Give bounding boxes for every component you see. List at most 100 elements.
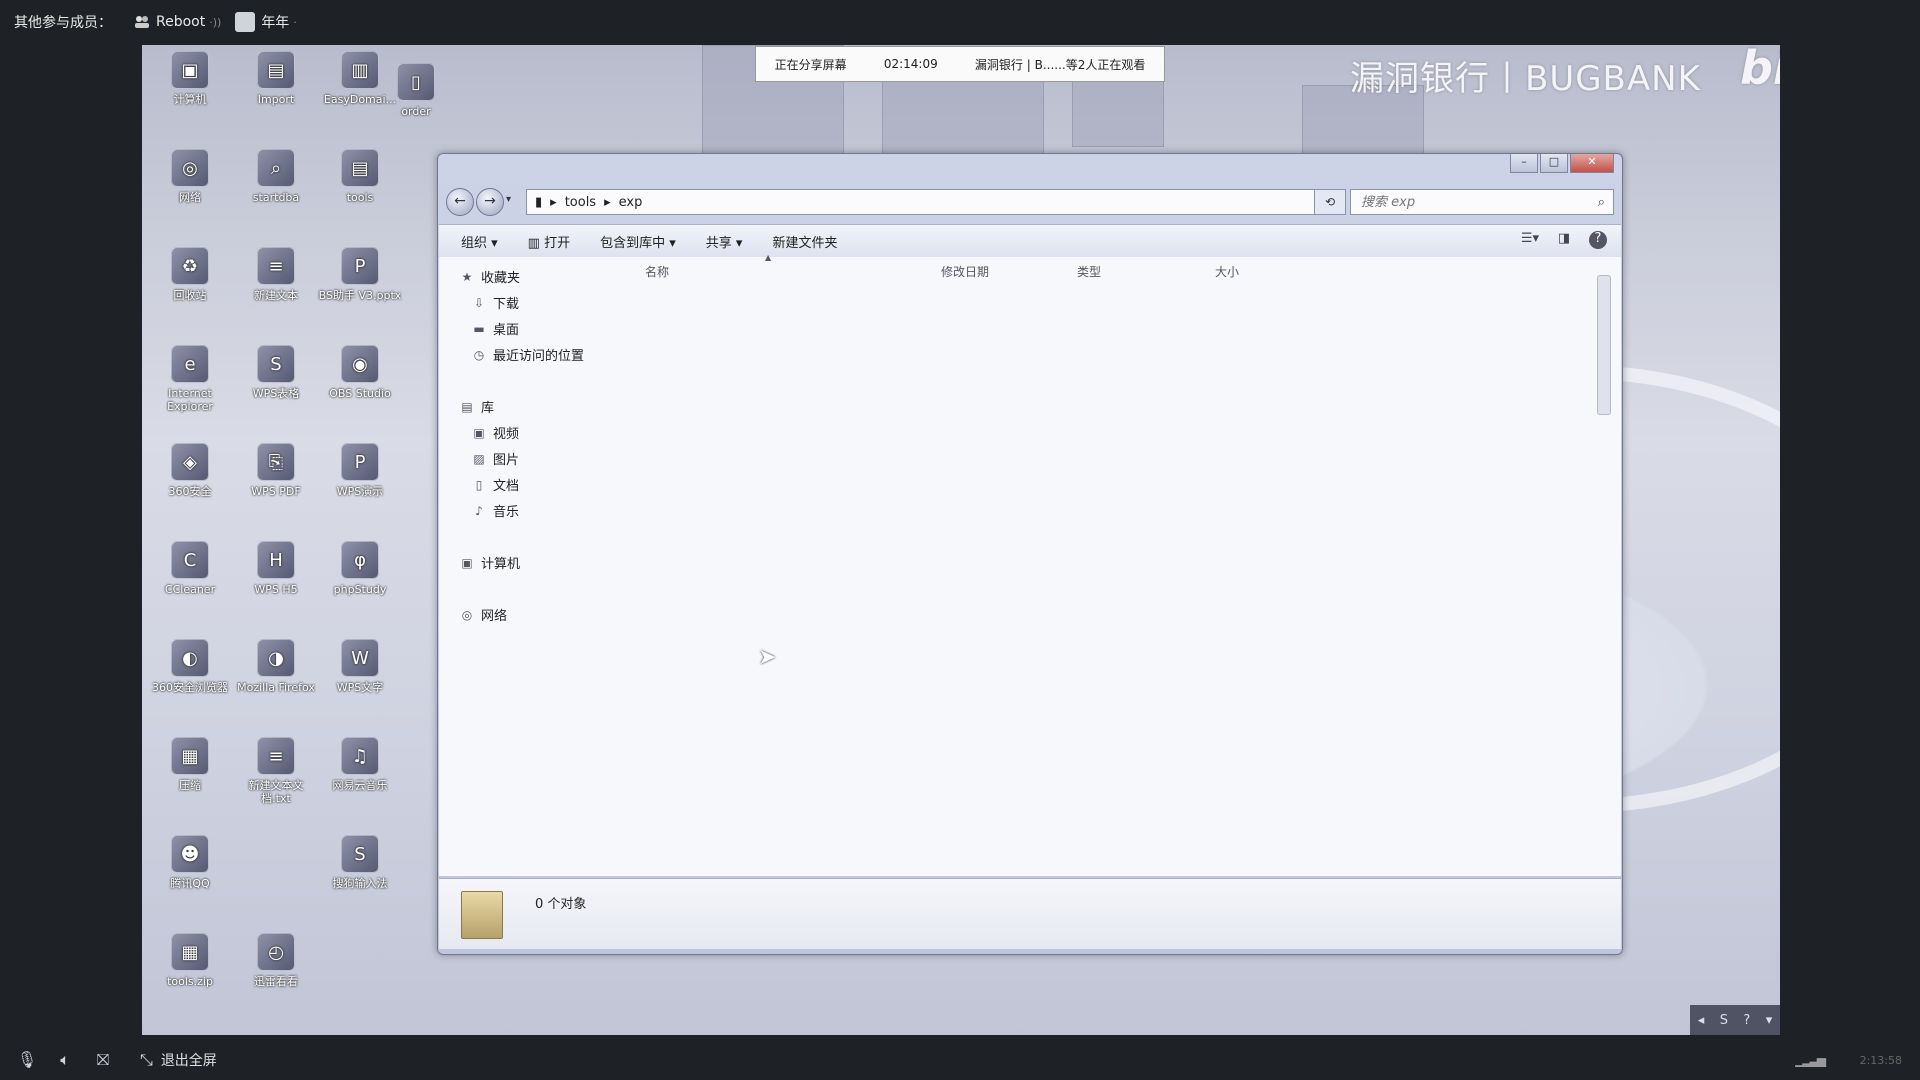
desktop-icon-tools-zip[interactable]: ▦ tools.zip [148, 933, 232, 988]
close-button[interactable]: ✕ [1570, 154, 1614, 173]
refresh-button[interactable]: ⟲ [1314, 189, 1346, 215]
meeting-bottom-bar: 🎙︎ 🔈︎ ⛝ ⤡ 退出全屏 ▁▂▃▅ 2:13:58 [0, 1040, 1920, 1080]
column-name[interactable]: 名称 [645, 263, 669, 280]
desktop-icon-pptx[interactable]: P BS助手 V3.pptx [318, 247, 402, 302]
file-icon: ▥ [341, 51, 379, 89]
tray-chevron-icon[interactable]: ▾ [1766, 1013, 1773, 1028]
nav-pictures[interactable]: ▨ 图片 [471, 449, 519, 469]
recent-pages-chevron-icon[interactable]: ▾ [506, 194, 511, 205]
back-button[interactable]: ← [446, 188, 474, 216]
desktop-icon-wps-h5[interactable]: H WPS H5 [234, 541, 318, 596]
desktop-icon-wps-ppt[interactable]: P WPS演示 [318, 443, 402, 498]
desktop-icon-computer[interactable]: ▣ 计算机 [148, 51, 232, 106]
mouse-cursor-icon: ➤ [758, 645, 777, 670]
desktop-icon-new-txt[interactable]: ≡ 新建文本文档.txt [234, 737, 318, 805]
desktop-icon-obs[interactable]: ◉ OBS Studio [318, 345, 402, 400]
include-in-library-menu[interactable]: 包含到库中 ▾ [600, 232, 676, 251]
pptx-file-icon: P [341, 247, 379, 285]
column-size[interactable]: 大小 [1215, 263, 1239, 280]
desktop-icon-network[interactable]: ◎ 网络 [148, 149, 232, 204]
desktop-icon-wps-writer[interactable]: W WPS文字 [318, 639, 402, 694]
desktop-icon-ccleaner[interactable]: C CCleaner [148, 541, 232, 596]
address-bar[interactable]: ▮ ▸ tools ▸ exp ▾ [526, 189, 1328, 215]
speaker-muted-icon[interactable]: 🔈︎ [54, 1049, 76, 1071]
camera-off-icon[interactable]: ⛝ [92, 1049, 114, 1071]
desktop-icon-new-text[interactable]: ≡ 新建文本 [234, 247, 318, 302]
desktop-icon-archive[interactable]: ▦ 压缩 [148, 737, 232, 792]
desktop-icon-qq[interactable]: ☻ 腾讯QQ [148, 835, 232, 890]
member-name: Reboot [156, 14, 206, 30]
nav-desktop[interactable]: ▬ 桌面 [471, 319, 519, 339]
desktop-icon-wps-pdf[interactable]: ⎘ WPS PDF [234, 443, 318, 498]
view-options-icon[interactable]: ☰▾ [1519, 231, 1541, 249]
file-icon: ▯ [397, 63, 435, 101]
desktop-icon-import[interactable]: ▤ Import [234, 51, 318, 106]
explorer-window[interactable]: – □ ✕ ← → ▾ ▮ ▸ tools ▸ exp ▾ ⟲ ⌕ 组织 ▾ [437, 153, 1623, 955]
desktop-icon-order[interactable]: ▯ order [386, 63, 446, 118]
screen-share-status-bar: 正在分享屏幕 02:14:09 漏洞银行 | B......等2人正在观看 [755, 46, 1165, 82]
exit-fullscreen-button[interactable]: ⤡ 退出全屏 [140, 1050, 217, 1070]
tray-input-icon[interactable]: S [1720, 1013, 1728, 1028]
desktop-icon-sogou[interactable]: S 搜狗输入法 [318, 835, 402, 890]
desktop-icon-startdba[interactable]: ⌕ startdba [234, 149, 318, 204]
nav-libraries[interactable]: ▤ 库 [459, 397, 494, 417]
desktop-icon-xunlei[interactable]: ◴ 迅雷看看 [234, 933, 318, 988]
nav-documents[interactable]: ▯ 文档 [471, 475, 519, 495]
desktop-icon-netease-music[interactable]: ♫ 网易云音乐 [318, 737, 402, 792]
nav-videos[interactable]: ▣ 视频 [471, 423, 519, 443]
nav-downloads[interactable]: ⇩ 下载 [471, 293, 519, 313]
desktop-icon-360-browser[interactable]: ◐ 360安全浏览器 [148, 639, 232, 694]
shield-icon: ◈ [171, 443, 209, 481]
help-icon[interactable]: ? [1589, 231, 1607, 249]
maximize-button[interactable]: □ [1540, 154, 1568, 173]
new-folder-button[interactable]: 新建文件夹 [772, 232, 837, 251]
wps-presentation-icon: P [341, 443, 379, 481]
wps-sheet-icon: S [257, 345, 295, 383]
music-icon: ♫ [341, 737, 379, 775]
bilibili-logo: bilibili [1740, 45, 1780, 95]
desktop-icon-ie[interactable]: e Internet Explorer [148, 345, 232, 413]
music-note-icon: ♪ [475, 503, 483, 518]
member-reboot[interactable]: Reboot ·)) [134, 14, 221, 30]
member-niannian[interactable]: 年年 · [235, 12, 297, 32]
desktop-icon-tools[interactable]: ▤ tools [318, 149, 402, 204]
organize-menu[interactable]: 组织 ▾ [461, 232, 498, 251]
bugbank-watermark: 漏洞银行丨BUGBANK [1350, 59, 1701, 99]
column-date-modified[interactable]: 修改日期 [941, 263, 989, 280]
nav-favorites[interactable]: ★ 收藏夹 [459, 267, 520, 287]
preview-pane-icon[interactable]: ◨ [1553, 231, 1575, 249]
search-box[interactable]: ⌕ [1350, 189, 1614, 215]
nav-recent-places[interactable]: ◷ 最近访问的位置 [471, 345, 584, 365]
search-icon: ⌕ [257, 149, 295, 187]
desktop-icon-firefox[interactable]: ◑ Mozilla Firefox [234, 639, 318, 694]
recycle-bin-icon: ♻ [171, 247, 209, 285]
breadcrumb-tools[interactable]: tools [565, 195, 596, 210]
vertical-scrollbar[interactable] [1597, 275, 1611, 415]
desktop-icon-wps-sheet[interactable]: S WPS表格 [234, 345, 318, 400]
desktop-icon-phpstudy[interactable]: φ phpStudy [318, 541, 402, 596]
library-icon: ▤ [461, 399, 473, 414]
column-type[interactable]: 类型 [1077, 263, 1101, 280]
nav-network[interactable]: ◎ 网络 [459, 605, 507, 625]
share-menu[interactable]: 共享 ▾ [706, 232, 743, 251]
minimize-button[interactable]: – [1510, 154, 1538, 173]
item-count: 0 个对象 [535, 897, 587, 912]
search-input[interactable] [1359, 193, 1583, 211]
command-bar: 组织 ▾ ▥ 打开 包含到库中 ▾ 共享 ▾ 新建文件夹 ☰▾ ◨ ? [439, 224, 1621, 258]
tray-help-icon[interactable]: ? [1743, 1013, 1750, 1028]
breadcrumb-exp[interactable]: exp [619, 195, 643, 210]
forward-button[interactable]: → [476, 188, 504, 216]
tray-arrow-icon[interactable]: ◂ [1698, 1013, 1705, 1028]
microphone-icon[interactable]: 🎙︎ [16, 1049, 38, 1071]
desktop-icon-recycle-bin[interactable]: ♻ 回收站 [148, 247, 232, 302]
audio-level-icon: · [293, 15, 297, 29]
explorer-body: ★ 收藏夹 ⇩ 下载 ▬ 桌面 ◷ 最近访问的位置 ▤ 库 ▣ 视频 ▨ 图片 ▯ 文档 ♪ 音乐… [439, 253, 1621, 876]
picture-icon: ▨ [473, 451, 485, 466]
text-file-icon: ≡ [257, 247, 295, 285]
nav-music[interactable]: ♪ 音乐 [471, 501, 519, 521]
users-icon [134, 15, 150, 29]
desktop-icon-360[interactable]: ◈ 360安全 [148, 443, 232, 498]
open-button[interactable]: ▥ 打开 [528, 232, 570, 251]
nav-computer[interactable]: ▣ 计算机 [459, 553, 520, 573]
player-icon: ◴ [257, 933, 295, 971]
